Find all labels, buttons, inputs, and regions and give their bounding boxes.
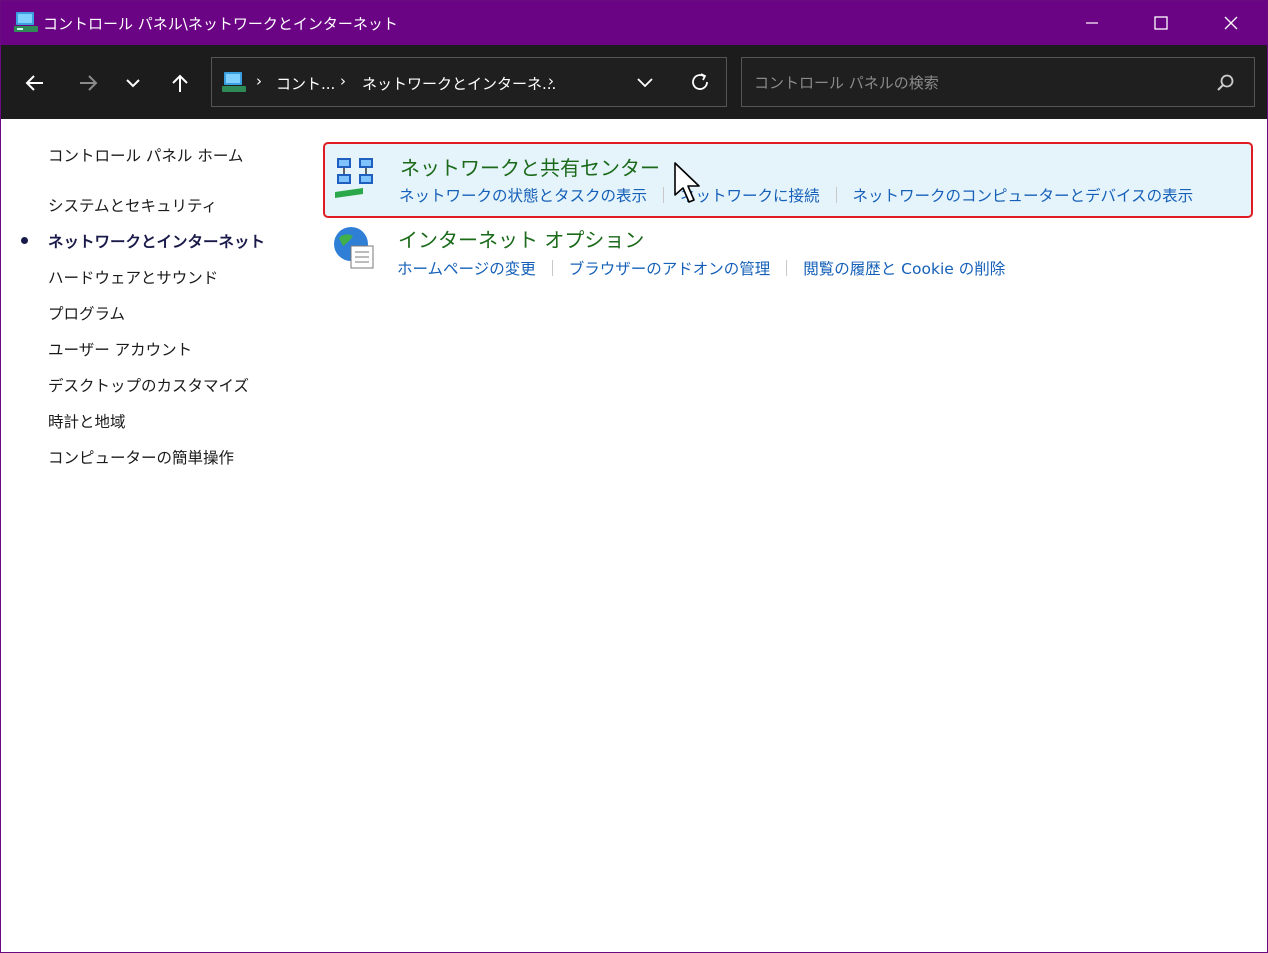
- link-change-homepage[interactable]: ホームページの変更: [397, 257, 536, 279]
- link-divider: [663, 187, 665, 203]
- link-divider: [786, 260, 788, 276]
- search-input[interactable]: [752, 70, 1196, 96]
- control-panel-window: コントロール パネル\ネットワークとインターネット › コント... › ネット…: [0, 0, 1268, 953]
- minimize-icon: [1086, 22, 1098, 24]
- breadcrumb-control-panel[interactable]: コント...: [276, 73, 335, 94]
- chevron-right-icon: ›: [340, 72, 346, 90]
- category-title[interactable]: ネットワークと共有センター: [400, 152, 660, 181]
- sidebar-item-ease-of-access[interactable]: コンピューターの簡単操作: [48, 446, 234, 468]
- chevron-right-icon: ›: [256, 72, 262, 90]
- sidebar-item-control-panel-home[interactable]: コントロール パネル ホーム: [48, 144, 243, 166]
- control-panel-icon: [14, 12, 38, 32]
- search-icon[interactable]: [1216, 73, 1236, 93]
- sidebar-item-personalization[interactable]: デスクトップのカスタマイズ: [48, 374, 249, 396]
- category-links: ネットワークの状態とタスクの表示 ネットワークに接続 ネットワークのコンピュータ…: [399, 184, 1193, 206]
- back-button[interactable]: [17, 65, 53, 101]
- sidebar-item-network-internet[interactable]: ネットワークとインターネット: [48, 230, 265, 252]
- address-dropdown-icon[interactable]: [634, 71, 656, 93]
- mouse-cursor-icon: [674, 162, 700, 203]
- navigation-bar: › コント... › ネットワークとインターネ... ›: [1, 45, 1267, 119]
- sidebar-item-clock-region[interactable]: 時計と地域: [48, 410, 126, 432]
- link-delete-history[interactable]: 閲覧の履歴と Cookie の削除: [803, 257, 1005, 279]
- control-panel-icon: [222, 72, 246, 92]
- recent-locations-button[interactable]: [115, 65, 151, 101]
- close-icon: [1224, 16, 1238, 30]
- close-button[interactable]: [1197, 1, 1265, 45]
- maximize-icon: [1154, 16, 1168, 30]
- up-button[interactable]: [162, 65, 198, 101]
- category-links: ホームページの変更 ブラウザーのアドオンの管理 閲覧の履歴と Cookie の削…: [397, 257, 1005, 279]
- sidebar-item-system-security[interactable]: システムとセキュリティ: [48, 194, 217, 216]
- active-bullet: [21, 237, 28, 244]
- refresh-icon[interactable]: [688, 70, 712, 94]
- arrow-up-icon: [172, 74, 188, 92]
- search-box[interactable]: [741, 57, 1255, 107]
- breadcrumb-network-internet[interactable]: ネットワークとインターネ...: [362, 73, 556, 94]
- minimize-button[interactable]: [1058, 1, 1126, 45]
- chevron-down-icon: [126, 79, 140, 88]
- link-manage-addons[interactable]: ブラウザーのアドオンの管理: [569, 257, 771, 279]
- chevron-right-icon: ›: [548, 72, 554, 90]
- link-view-network-devices[interactable]: ネットワークのコンピューターとデバイスの表示: [853, 184, 1194, 206]
- sidebar-item-programs[interactable]: プログラム: [48, 302, 125, 324]
- link-view-network-status[interactable]: ネットワークの状態とタスクの表示: [399, 184, 647, 206]
- forward-button[interactable]: [70, 65, 106, 101]
- category-title[interactable]: インターネット オプション: [398, 224, 644, 253]
- window-title: コントロール パネル\ネットワークとインターネット: [43, 15, 398, 33]
- arrow-right-icon: [80, 75, 98, 91]
- link-divider: [551, 260, 553, 276]
- arrow-left-icon: [25, 75, 43, 91]
- sidebar-item-user-accounts[interactable]: ユーザー アカウント: [48, 338, 192, 360]
- sidebar-item-hardware-sound[interactable]: ハードウェアとサウンド: [48, 266, 218, 288]
- link-divider: [835, 187, 837, 203]
- internet-options-icon: [334, 227, 374, 269]
- network-sharing-icon: [335, 158, 373, 198]
- category-internet-options[interactable]: インターネット オプション ホームページの変更 ブラウザーのアドオンの管理 閲覧…: [323, 220, 1253, 286]
- category-network-sharing-center[interactable]: ネットワークと共有センター ネットワークの状態とタスクの表示 ネットワークに接続…: [323, 142, 1253, 218]
- title-bar[interactable]: コントロール パネル\ネットワークとインターネット: [1, 1, 1267, 45]
- maximize-button[interactable]: [1127, 1, 1195, 45]
- address-bar[interactable]: › コント... › ネットワークとインターネ... ›: [211, 57, 727, 107]
